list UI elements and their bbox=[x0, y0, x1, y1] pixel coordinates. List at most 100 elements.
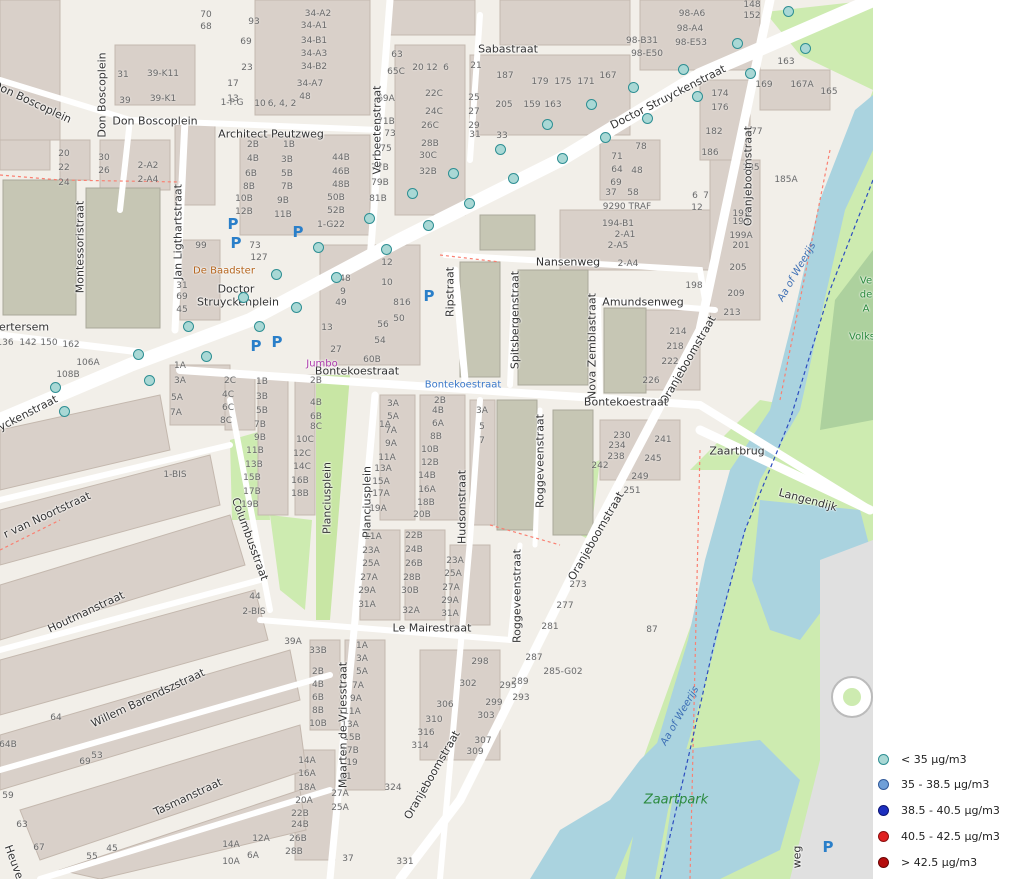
house-number: 22 bbox=[58, 163, 70, 173]
house-number: 18A bbox=[298, 783, 316, 793]
house-number: 98-E53 bbox=[675, 38, 707, 48]
park-label: Zaartpark bbox=[643, 792, 709, 808]
house-number: 106A bbox=[76, 358, 100, 368]
house-number: 324 bbox=[384, 783, 402, 793]
house-number: 12 bbox=[426, 63, 438, 73]
house-number: 309 bbox=[466, 747, 484, 757]
station-marker[interactable] bbox=[407, 188, 418, 199]
station-marker[interactable] bbox=[448, 168, 459, 179]
house-number: 6, 4, 2 bbox=[267, 99, 297, 109]
house-number: 242 bbox=[591, 461, 609, 471]
station-marker[interactable] bbox=[557, 153, 568, 164]
station-marker[interactable] bbox=[600, 132, 611, 143]
house-number: 20 bbox=[58, 149, 70, 159]
station-marker[interactable] bbox=[678, 64, 689, 75]
house-number: 234 bbox=[608, 441, 626, 451]
house-number: 46B bbox=[332, 167, 350, 177]
station-marker[interactable] bbox=[783, 6, 794, 17]
house-number: 24B bbox=[291, 820, 309, 830]
house-number: 162 bbox=[62, 340, 80, 350]
station-marker[interactable] bbox=[331, 272, 342, 283]
house-number: 75 bbox=[380, 144, 392, 154]
house-number: 287 bbox=[525, 653, 543, 663]
house-number: 31 bbox=[117, 70, 129, 80]
house-number: 22B bbox=[291, 809, 309, 819]
station-marker[interactable] bbox=[508, 173, 519, 184]
house-number: 8C bbox=[219, 416, 233, 426]
map-view[interactable]: 70 68 93 34-A2 69 34-A1 34-B1 34-A3 34-B2 34-A7 48… bbox=[0, 0, 873, 879]
house-number: 34-A3 bbox=[300, 49, 328, 59]
house-number: 19 bbox=[346, 758, 358, 768]
station-marker[interactable] bbox=[642, 113, 653, 124]
house-number: 295 bbox=[499, 681, 517, 691]
house-number: 2B bbox=[434, 396, 446, 406]
house-number: 4C bbox=[221, 390, 235, 400]
legend-item: 40.5 - 42.5 µg/m3 bbox=[878, 828, 1000, 844]
station-marker[interactable] bbox=[144, 375, 155, 386]
legend-item: > 42.5 µg/m3 bbox=[878, 854, 977, 870]
poi-label: Jumbo bbox=[306, 358, 338, 370]
house-number: 3A bbox=[356, 654, 368, 664]
station-marker[interactable] bbox=[381, 244, 392, 255]
legend-item: 35 - 38.5 µg/m3 bbox=[878, 776, 989, 792]
house-number: 163 bbox=[777, 57, 795, 67]
house-number: 37 bbox=[342, 854, 354, 864]
house-number: 3B bbox=[256, 392, 268, 402]
station-marker[interactable] bbox=[271, 269, 282, 280]
station-marker[interactable] bbox=[238, 292, 249, 303]
house-number: 69 bbox=[240, 37, 252, 47]
house-number: 169 bbox=[755, 80, 773, 90]
house-number: 28B bbox=[403, 573, 421, 583]
house-number: 23A bbox=[362, 546, 380, 556]
house-number: 17 bbox=[227, 79, 239, 89]
station-marker[interactable] bbox=[133, 349, 144, 360]
station-marker[interactable] bbox=[464, 198, 475, 209]
house-number: 230 bbox=[613, 431, 631, 441]
station-marker[interactable] bbox=[692, 91, 703, 102]
house-number: 30B bbox=[401, 586, 419, 596]
station-marker[interactable] bbox=[50, 382, 61, 393]
station-marker[interactable] bbox=[628, 82, 639, 93]
station-marker[interactable] bbox=[542, 119, 553, 130]
station-marker[interactable] bbox=[59, 406, 70, 417]
parking-icon: P bbox=[292, 223, 304, 241]
house-number: 148 bbox=[743, 0, 761, 10]
house-number: 218 bbox=[666, 342, 684, 352]
house-number: 187 bbox=[496, 71, 514, 81]
house-number: 49 bbox=[335, 298, 347, 308]
house-number: 79B bbox=[371, 178, 389, 188]
park-name-fragment: A bbox=[862, 303, 870, 315]
house-number: 185 bbox=[742, 163, 760, 173]
station-marker[interactable] bbox=[183, 321, 194, 332]
house-number: 45 bbox=[106, 844, 118, 854]
house-number: 176 bbox=[711, 103, 729, 113]
house-number: 87 bbox=[646, 625, 658, 635]
house-number: 7B bbox=[281, 182, 293, 192]
house-number: 10B bbox=[309, 719, 327, 729]
station-marker[interactable] bbox=[364, 213, 375, 224]
house-number: 26 bbox=[98, 166, 110, 176]
station-marker[interactable] bbox=[495, 144, 506, 155]
house-number: 63 bbox=[16, 820, 28, 830]
house-number: 69 bbox=[610, 178, 622, 188]
house-number: 68 bbox=[200, 22, 212, 32]
station-marker[interactable] bbox=[800, 43, 811, 54]
house-number: 8B bbox=[243, 182, 255, 192]
house-number: 194-B1 bbox=[601, 219, 635, 229]
house-number: 48 bbox=[631, 166, 643, 176]
station-marker[interactable] bbox=[313, 242, 324, 253]
station-marker[interactable] bbox=[732, 38, 743, 49]
station-marker[interactable] bbox=[745, 68, 756, 79]
park-name-fragment: Volks bbox=[849, 331, 873, 343]
house-number: 136 bbox=[0, 338, 14, 348]
station-marker[interactable] bbox=[586, 99, 597, 110]
house-number: 13A bbox=[374, 464, 392, 474]
house-number: 10 bbox=[254, 99, 266, 109]
house-number: 39-K1 bbox=[149, 94, 177, 104]
station-marker[interactable] bbox=[201, 351, 212, 362]
station-marker[interactable] bbox=[423, 220, 434, 231]
house-number: 3A bbox=[387, 399, 399, 409]
station-marker[interactable] bbox=[291, 302, 302, 313]
house-number: 1-BIS bbox=[163, 470, 187, 480]
station-marker[interactable] bbox=[254, 321, 265, 332]
